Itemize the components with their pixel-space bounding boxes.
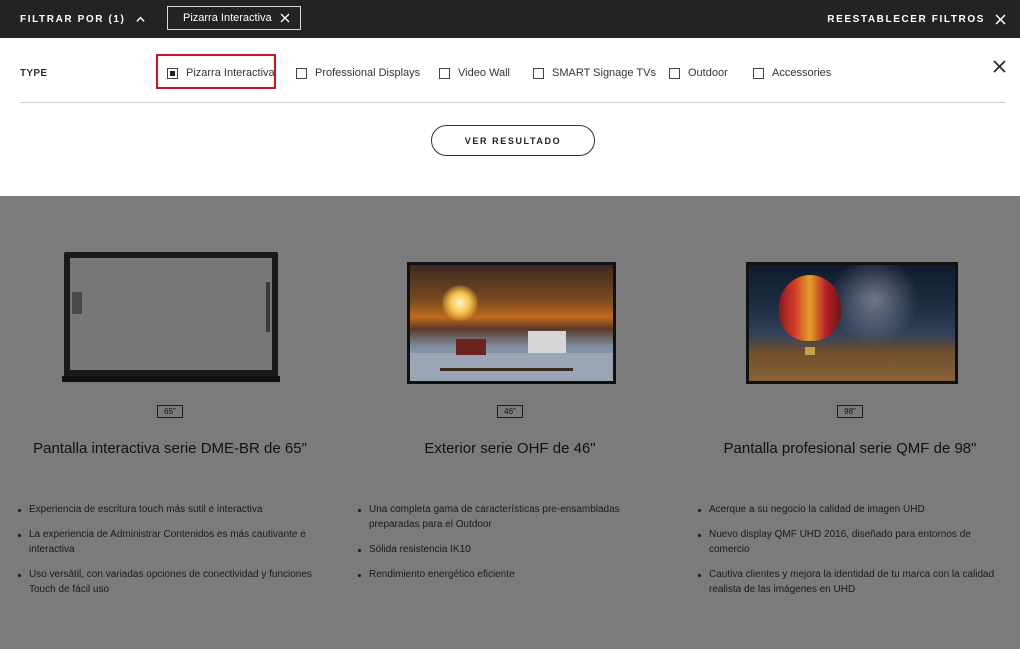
feature-item: La experiencia de Administrar Contenidos… [18, 527, 323, 557]
board-stand [62, 376, 280, 382]
option-label: Video Wall [458, 67, 510, 79]
checkbox[interactable] [296, 67, 307, 79]
feature-item: Experiencia de escritura touch más sutil… [18, 502, 323, 517]
barn-graphic [456, 339, 486, 355]
display-screen [749, 265, 955, 381]
filter-panel: TYPE Pizarra Interactiva Professional Di… [0, 38, 1020, 196]
size-badge: 98" [837, 405, 863, 418]
display-screen [410, 265, 613, 381]
hot-air-balloon-graphic [779, 275, 841, 341]
type-options: Pizarra Interactiva Professional Display… [0, 38, 1020, 102]
option-smart-signage-tvs[interactable]: SMART Signage TVs [533, 67, 656, 79]
option-video-wall[interactable]: Video Wall [439, 67, 510, 79]
sun-graphic [442, 285, 478, 321]
board-control [72, 292, 82, 314]
reset-filters-label: REESTABLECER FILTROS [827, 13, 985, 25]
close-icon [995, 13, 1006, 25]
option-label: Outdoor [688, 67, 728, 79]
size-badge: 65" [157, 405, 183, 418]
option-outdoor[interactable]: Outdoor [669, 67, 728, 79]
filter-toggle-button[interactable]: FILTRAR POR (1) [20, 0, 146, 38]
product-image[interactable] [407, 262, 616, 384]
feature-item: Una completa gama de características pre… [358, 502, 663, 532]
option-label: Professional Displays [315, 67, 421, 79]
feature-item: Acerque a su negocio la calidad de image… [698, 502, 1003, 517]
active-filter-chip-label: Pizarra Interactiva [183, 12, 272, 24]
product-name[interactable]: Exterior serie OHF de 46" [340, 440, 680, 457]
option-label: Accessories [772, 67, 832, 79]
house-graphic [528, 331, 566, 353]
feature-list: Una completa gama de características pre… [358, 502, 663, 592]
checkbox[interactable] [439, 67, 450, 79]
checkbox-checked[interactable] [167, 67, 178, 79]
product-image[interactable] [746, 262, 958, 384]
option-pizarra-interactiva[interactable]: Pizarra Interactiva [167, 67, 275, 79]
close-icon[interactable] [280, 13, 290, 23]
chevron-up-icon [136, 16, 146, 22]
size-badge: 46" [497, 405, 523, 418]
feature-list: Acerque a su negocio la calidad de image… [698, 502, 1003, 607]
feature-list: Experiencia de escritura touch más sutil… [18, 502, 323, 607]
option-label: SMART Signage TVs [552, 67, 656, 79]
snow-graphic [410, 353, 613, 381]
product-card[interactable]: 46" Exterior serie OHF de 46" Una comple… [340, 196, 680, 649]
feature-item: Rendimiento energético eficiente [358, 567, 663, 582]
reset-filters-button[interactable]: REESTABLECER FILTROS [827, 0, 1006, 38]
checkbox[interactable] [533, 67, 544, 79]
product-list: 65" Pantalla interactiva serie DME-BR de… [0, 196, 1020, 649]
filter-toggle-label: FILTRAR POR (1) [20, 13, 126, 25]
board-control [266, 282, 270, 332]
checkbox[interactable] [753, 67, 764, 79]
view-results-button[interactable]: VER RESULTADO [431, 125, 595, 156]
option-accessories[interactable]: Accessories [753, 67, 831, 79]
feature-item: Nuevo display QMF UHD 2016, diseñado par… [698, 527, 1003, 557]
product-name[interactable]: Pantalla interactiva serie DME-BR de 65" [0, 440, 340, 457]
filter-bar: FILTRAR POR (1) Pizarra Interactiva REES… [0, 0, 1020, 38]
product-name[interactable]: Pantalla profesional serie QMF de 98" [680, 440, 1020, 457]
checkbox[interactable] [669, 67, 680, 79]
option-professional-displays[interactable]: Professional Displays [296, 67, 420, 79]
product-card[interactable]: 65" Pantalla interactiva serie DME-BR de… [0, 196, 340, 649]
active-filter-chip[interactable]: Pizarra Interactiva [167, 6, 301, 30]
product-card[interactable]: 98" Pantalla profesional serie QMF de 98… [680, 196, 1020, 649]
feature-item: Sólida resistencia IK10 [358, 542, 663, 557]
board-screen [70, 258, 272, 370]
feature-item: Uso versátil, con variadas opciones de c… [18, 567, 323, 597]
option-label: Pizarra Interactiva [186, 67, 275, 79]
divider [20, 102, 1005, 103]
fence-graphic [440, 368, 573, 371]
close-icon[interactable] [993, 60, 1006, 73]
feature-item: Cautiva clientes y mejora la identidad d… [698, 567, 1003, 597]
balloon-basket-graphic [805, 347, 815, 355]
product-image[interactable] [62, 252, 280, 382]
